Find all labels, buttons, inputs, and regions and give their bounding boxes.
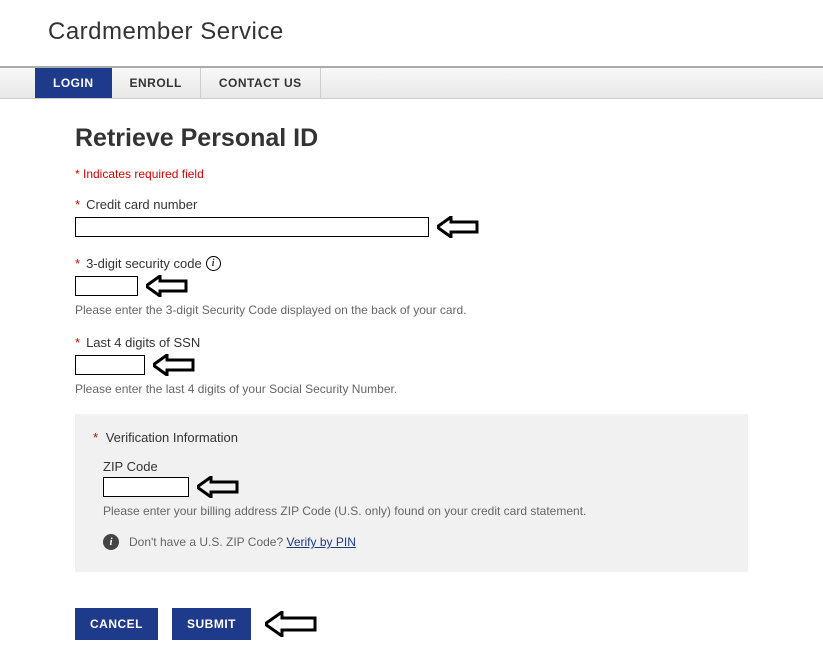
tab-login[interactable]: LOGIN <box>35 68 112 98</box>
zip-label: ZIP Code <box>103 459 730 474</box>
info-icon[interactable]: i <box>103 534 119 550</box>
arrow-left-icon <box>153 354 195 376</box>
info-icon[interactable]: i <box>206 256 221 271</box>
brand-title: Cardmember Service <box>48 18 775 46</box>
required-asterisk: * <box>75 256 80 271</box>
button-row: CANCEL SUBMIT <box>75 608 748 640</box>
security-code-label: * 3-digit security code i <box>75 256 748 271</box>
tab-contact-us[interactable]: CONTACT US <box>201 68 321 98</box>
no-zip-row: i Don't have a U.S. ZIP Code? Verify by … <box>103 534 730 550</box>
ssn-help: Please enter the last 4 digits of your S… <box>75 382 748 396</box>
main-content: Retrieve Personal ID * Indicates require… <box>0 99 823 670</box>
verification-section: * Verification Information ZIP Code Plea… <box>75 414 748 572</box>
required-asterisk: * <box>75 335 80 350</box>
submit-button[interactable]: SUBMIT <box>172 608 251 640</box>
arrow-left-icon <box>197 476 239 498</box>
ssn-label: * Last 4 digits of SSN <box>75 335 748 350</box>
arrow-left-icon <box>265 611 317 637</box>
credit-card-label: * Credit card number <box>75 197 748 212</box>
required-asterisk: * <box>75 197 80 212</box>
security-code-help: Please enter the 3-digit Security Code d… <box>75 303 748 317</box>
ssn-input[interactable] <box>75 355 145 375</box>
required-asterisk: * <box>93 430 98 445</box>
arrow-left-icon <box>437 216 479 238</box>
no-zip-text: Don't have a U.S. ZIP Code? Verify by PI… <box>129 535 356 549</box>
page-header: Cardmember Service <box>0 0 823 66</box>
page-title: Retrieve Personal ID <box>75 124 748 153</box>
required-field-note: * Indicates required field <box>75 167 748 181</box>
ssn-field: * Last 4 digits of SSN Please enter the … <box>75 335 748 396</box>
security-code-field: * 3-digit security code i Please enter t… <box>75 256 748 317</box>
zip-input[interactable] <box>103 477 189 497</box>
tab-enroll[interactable]: ENROLL <box>112 68 201 98</box>
verify-by-pin-link[interactable]: Verify by PIN <box>287 535 356 549</box>
credit-card-field: * Credit card number <box>75 197 748 238</box>
verification-title: * Verification Information <box>93 430 730 445</box>
security-code-input[interactable] <box>75 276 138 296</box>
main-nav: LOGIN ENROLL CONTACT US <box>0 66 823 99</box>
zip-help: Please enter your billing address ZIP Co… <box>103 504 730 518</box>
arrow-left-icon <box>146 275 188 297</box>
cancel-button[interactable]: CANCEL <box>75 608 158 640</box>
credit-card-input[interactable] <box>75 217 429 237</box>
